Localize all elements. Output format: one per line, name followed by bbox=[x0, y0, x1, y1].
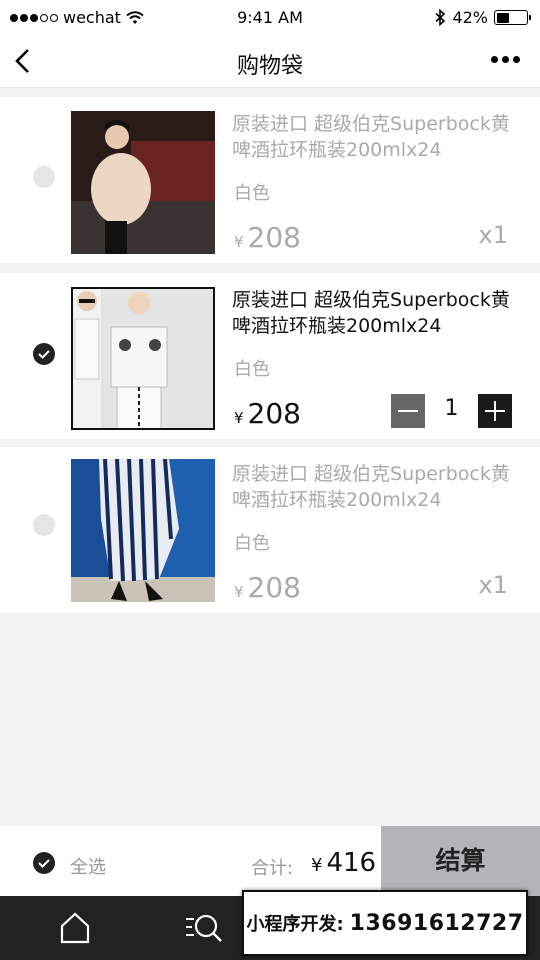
checkmark-icon bbox=[38, 350, 50, 359]
item-select-radio[interactable] bbox=[33, 514, 55, 536]
quantity-label: x1 bbox=[478, 221, 508, 249]
checkout-button[interactable]: 结算 bbox=[381, 826, 540, 896]
battery-icon bbox=[494, 10, 531, 25]
more-button[interactable] bbox=[491, 56, 520, 63]
product-title: 原装进口 超级伯克Superbock黄啤酒拉环瓶装200mlx24 bbox=[232, 289, 510, 337]
decrease-quantity-button[interactable] bbox=[391, 394, 425, 428]
product-price: ¥ 208 bbox=[234, 221, 301, 254]
battery-percent: 42% bbox=[452, 8, 488, 27]
item-select-radio[interactable] bbox=[33, 166, 55, 188]
cart-item: 原装进口 超级伯克Superbock黄啤酒拉环瓶装200mlx24 白色 ¥ 2… bbox=[0, 447, 540, 613]
cart-item: 原装进口 超级伯克Superbock黄啤酒拉环瓶装200mlx24 白色 ¥ 2… bbox=[0, 273, 540, 439]
home-icon bbox=[60, 912, 90, 944]
product-price: ¥ 208 bbox=[234, 397, 301, 430]
status-right: 42% bbox=[435, 8, 531, 27]
product-variant: 白色 bbox=[234, 359, 270, 380]
cart-item: 原装进口 超级伯克Superbock黄啤酒拉环瓶装200mlx24 白色 ¥ 2… bbox=[0, 97, 540, 263]
product-title: 原装进口 超级伯克Superbock黄啤酒拉环瓶装200mlx24 bbox=[232, 463, 510, 511]
price-value: 208 bbox=[247, 221, 301, 254]
increase-quantity-button[interactable] bbox=[478, 394, 512, 428]
price-value: 208 bbox=[247, 397, 301, 430]
quantity-label: x1 bbox=[478, 571, 508, 599]
currency-symbol: ¥ bbox=[234, 409, 244, 427]
product-image[interactable] bbox=[71, 459, 215, 602]
currency-symbol: ¥ bbox=[234, 583, 244, 601]
battery-level bbox=[496, 12, 509, 23]
status-bar: wechat 9:41 AM 42% bbox=[0, 0, 540, 36]
ad-label: 小程序开发: bbox=[246, 914, 344, 935]
total-label: 合计: bbox=[251, 858, 294, 879]
product-image[interactable] bbox=[71, 287, 215, 430]
product-image[interactable] bbox=[71, 111, 215, 254]
select-all-radio[interactable] bbox=[33, 852, 55, 874]
ad-phone: 13691612727 bbox=[349, 910, 524, 936]
product-variant: 白色 bbox=[234, 183, 270, 204]
more-dots-icon bbox=[491, 56, 498, 63]
checkmark-icon bbox=[38, 859, 50, 868]
product-title: 原装进口 超级伯克Superbock黄啤酒拉环瓶装200mlx24 bbox=[232, 113, 510, 161]
currency-symbol: ¥ bbox=[311, 855, 323, 876]
product-price: ¥ 208 bbox=[234, 571, 301, 604]
ad-banner: 小程序开发: 13691612727 bbox=[242, 890, 528, 956]
product-variant: 白色 bbox=[234, 533, 270, 554]
quantity-stepper: 1 bbox=[391, 394, 512, 428]
price-value: 208 bbox=[247, 571, 301, 604]
checkout-bar: 全选 合计: ¥ 416 结算 bbox=[0, 826, 540, 896]
page-title: 购物袋 bbox=[236, 54, 303, 79]
currency-symbol: ¥ bbox=[234, 233, 244, 251]
select-all-label[interactable]: 全选 bbox=[70, 853, 106, 879]
tab-search[interactable] bbox=[184, 910, 226, 946]
search-icon bbox=[186, 914, 222, 942]
item-select-radio[interactable] bbox=[33, 343, 55, 365]
tab-home[interactable] bbox=[58, 910, 92, 946]
nav-bar: 购物袋 bbox=[0, 36, 540, 88]
bluetooth-icon bbox=[435, 9, 446, 26]
quantity-value[interactable]: 1 bbox=[425, 396, 478, 421]
total-value: 416 bbox=[326, 848, 377, 878]
total-amount: ¥ 416 bbox=[311, 848, 376, 878]
